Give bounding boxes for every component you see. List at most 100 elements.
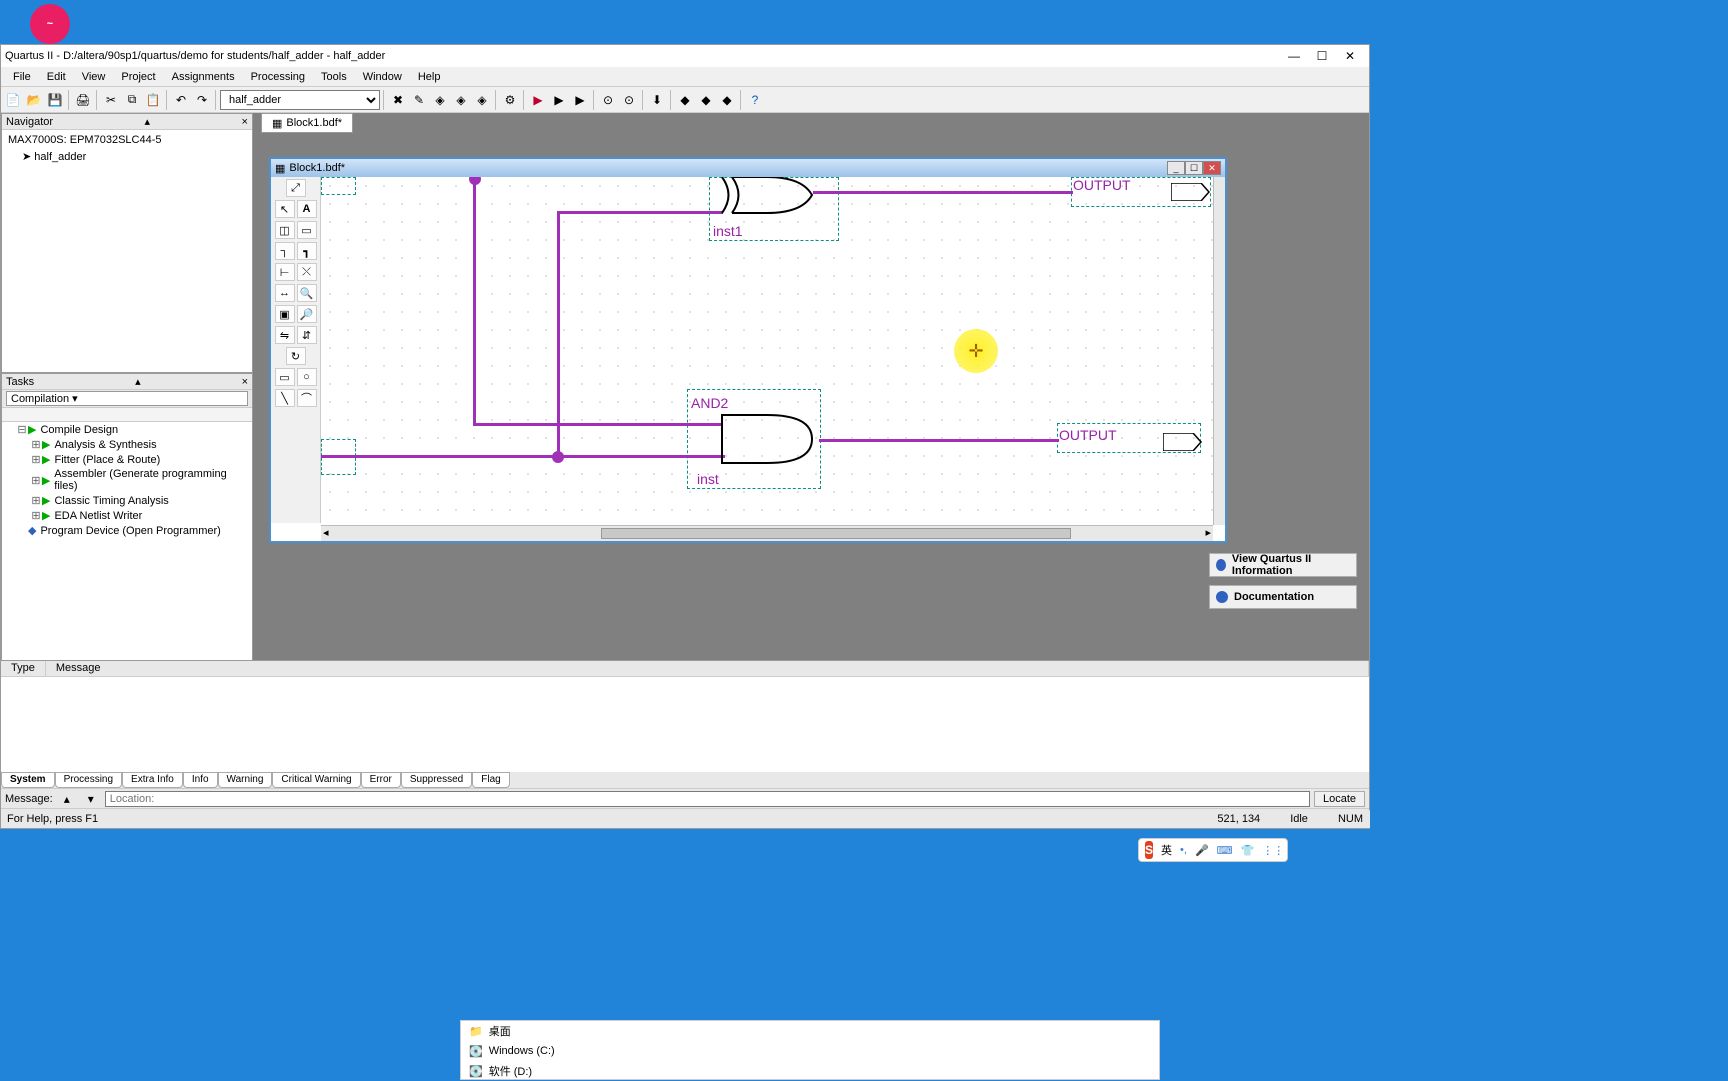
- msg-tab-processing[interactable]: Processing: [55, 772, 122, 788]
- undo-icon[interactable]: ↶: [171, 90, 191, 110]
- arc-icon[interactable]: ⌒: [297, 389, 317, 407]
- msg-tab-critical-warning[interactable]: Critical Warning: [272, 772, 360, 788]
- child-minimize-button[interactable]: _: [1167, 161, 1185, 175]
- pin-icon[interactable]: ◈: [430, 90, 450, 110]
- tree-assembler[interactable]: ⊞▶Assembler (Generate programming files): [2, 467, 252, 493]
- panel-close-icon[interactable]: ×: [242, 116, 248, 128]
- col-message[interactable]: Message: [46, 661, 1369, 676]
- schematic-canvas[interactable]: inst1 AND2 inst OUTPUT OUTPUT ✛: [321, 177, 1213, 523]
- ime-menu-icon[interactable]: ⋮⋮: [1262, 844, 1284, 857]
- wire-horiz-a[interactable]: [473, 423, 723, 426]
- locate-button[interactable]: Locate: [1314, 791, 1365, 807]
- ime-keyboard-icon[interactable]: ⌨: [1217, 844, 1233, 857]
- bus-line-icon[interactable]: ┓: [297, 242, 317, 260]
- document-tab[interactable]: ▦ Block1.bdf*: [261, 113, 353, 133]
- tasks-close-icon[interactable]: ×: [242, 376, 248, 388]
- rubberband-icon[interactable]: ↔: [275, 284, 295, 302]
- tree-program-device[interactable]: ◆Program Device (Open Programmer): [2, 523, 252, 538]
- tree-timing[interactable]: ⊞▶Classic Timing Analysis: [2, 493, 252, 508]
- menu-processing[interactable]: Processing: [243, 69, 313, 85]
- new-icon[interactable]: 📄: [3, 90, 23, 110]
- menu-window[interactable]: Window: [355, 69, 410, 85]
- input-pin-sel[interactable]: [321, 177, 356, 195]
- minimize-button[interactable]: —: [1287, 49, 1301, 63]
- ime-bar[interactable]: S 英 •, 🎤 ⌨ 👕 ⋮⋮: [1138, 838, 1288, 862]
- desktop-shortcut-icon[interactable]: ~: [30, 4, 70, 44]
- scroll-right-icon[interactable]: ▸: [1205, 526, 1211, 539]
- settings-icon[interactable]: ✖: [388, 90, 408, 110]
- compile-play-icon[interactable]: ▶: [528, 90, 548, 110]
- arrow-down-icon[interactable]: ▾: [81, 789, 101, 809]
- block-icon[interactable]: ▭: [297, 221, 317, 239]
- flip-v-icon[interactable]: ⇵: [297, 326, 317, 344]
- open-icon[interactable]: 📂: [24, 90, 44, 110]
- menu-edit[interactable]: Edit: [39, 69, 74, 85]
- symbol-icon[interactable]: ◫: [275, 221, 295, 239]
- programmer-icon[interactable]: ⬇: [647, 90, 667, 110]
- wire-vertical-b[interactable]: [557, 211, 560, 457]
- ime-punct-icon[interactable]: •,: [1180, 844, 1187, 856]
- flip-h-icon[interactable]: ⇋: [275, 326, 295, 344]
- ime-skin-icon[interactable]: 👕: [1241, 844, 1255, 857]
- conduit-icon[interactable]: ⊢: [275, 263, 295, 281]
- tasks-pin-icon[interactable]: ▴: [135, 375, 141, 388]
- col-type[interactable]: Type: [1, 661, 46, 676]
- msg-tab-suppressed[interactable]: Suppressed: [401, 772, 472, 788]
- paste-icon[interactable]: 📋: [143, 90, 163, 110]
- device-row[interactable]: MAX7000S: EPM7032SLC44-5: [4, 132, 250, 148]
- msg-tab-system[interactable]: System: [1, 772, 55, 788]
- wire-and-out[interactable]: [819, 439, 1059, 442]
- oval-icon[interactable]: ○: [297, 368, 317, 386]
- documentation-button[interactable]: Documentation: [1209, 585, 1357, 609]
- child-close-button[interactable]: ✕: [1203, 161, 1221, 175]
- line-icon[interactable]: ╲: [275, 389, 295, 407]
- vertical-scrollbar[interactable]: [1213, 177, 1225, 525]
- entity-select[interactable]: half_adder: [220, 90, 380, 110]
- wire-horiz-b-top[interactable]: [557, 211, 723, 214]
- wire-vertical-a[interactable]: [473, 177, 476, 425]
- msg-tab-flag[interactable]: Flag: [472, 772, 509, 788]
- entity-row[interactable]: ➤ half_adder: [4, 148, 250, 165]
- tree-compile-design[interactable]: ⊟▶Compile Design: [2, 422, 252, 437]
- cut-icon[interactable]: ✂: [101, 90, 121, 110]
- close-button[interactable]: ✕: [1343, 49, 1357, 63]
- assignment-icon[interactable]: ✎: [409, 90, 429, 110]
- find-icon[interactable]: 🔎: [297, 305, 317, 323]
- scroll-left-icon[interactable]: ◂: [323, 526, 329, 539]
- scrollbar-thumb[interactable]: [601, 528, 1071, 539]
- ime-mode[interactable]: 英: [1161, 842, 1172, 858]
- detach-icon[interactable]: ⤢: [286, 179, 306, 197]
- timing-icon[interactable]: ◈: [472, 90, 492, 110]
- save-icon[interactable]: 💾: [45, 90, 65, 110]
- analysis-icon[interactable]: ▶: [570, 90, 590, 110]
- timing-analyzer-icon[interactable]: ⊙: [598, 90, 618, 110]
- diagonal-icon[interactable]: ⤬: [297, 263, 317, 281]
- horizontal-scrollbar[interactable]: ◂ ▸: [321, 525, 1213, 541]
- tool2-icon[interactable]: ◆: [696, 90, 716, 110]
- msg-tab-extra-info[interactable]: Extra Info: [122, 772, 183, 788]
- menu-assignments[interactable]: Assignments: [164, 69, 243, 85]
- rotate-icon[interactable]: ↻: [286, 347, 306, 365]
- tree-eda-netlist[interactable]: ⊞▶EDA Netlist Writer: [2, 508, 252, 523]
- print-icon[interactable]: 🖨: [73, 90, 93, 110]
- help-icon[interactable]: ?: [745, 90, 765, 110]
- text-icon[interactable]: A: [297, 200, 317, 218]
- ime-mic-icon[interactable]: 🎤: [1195, 844, 1209, 857]
- compile-stop-icon[interactable]: ▶: [549, 90, 569, 110]
- msg-tab-warning[interactable]: Warning: [218, 772, 273, 788]
- pointer-icon[interactable]: ↖: [275, 200, 295, 218]
- wire-horiz-b-in[interactable]: [321, 455, 725, 458]
- menu-view[interactable]: View: [74, 69, 114, 85]
- menu-tools[interactable]: Tools: [313, 69, 355, 85]
- panel-pin-icon[interactable]: ▴: [145, 115, 151, 128]
- simulator-icon[interactable]: ⊙: [619, 90, 639, 110]
- msg-tab-info[interactable]: Info: [183, 772, 218, 788]
- chip-icon[interactable]: ◈: [451, 90, 471, 110]
- gear-icon[interactable]: ⚙: [500, 90, 520, 110]
- explorer-item-c[interactable]: 💽 Windows (C:): [461, 1041, 1159, 1061]
- rectangle-icon[interactable]: ▭: [275, 368, 295, 386]
- tool1-icon[interactable]: ◆: [675, 90, 695, 110]
- zoom-icon[interactable]: 🔍: [297, 284, 317, 302]
- explorer-item-desktop[interactable]: 📁 桌面: [461, 1021, 1159, 1041]
- copy-icon[interactable]: ⧉: [122, 90, 142, 110]
